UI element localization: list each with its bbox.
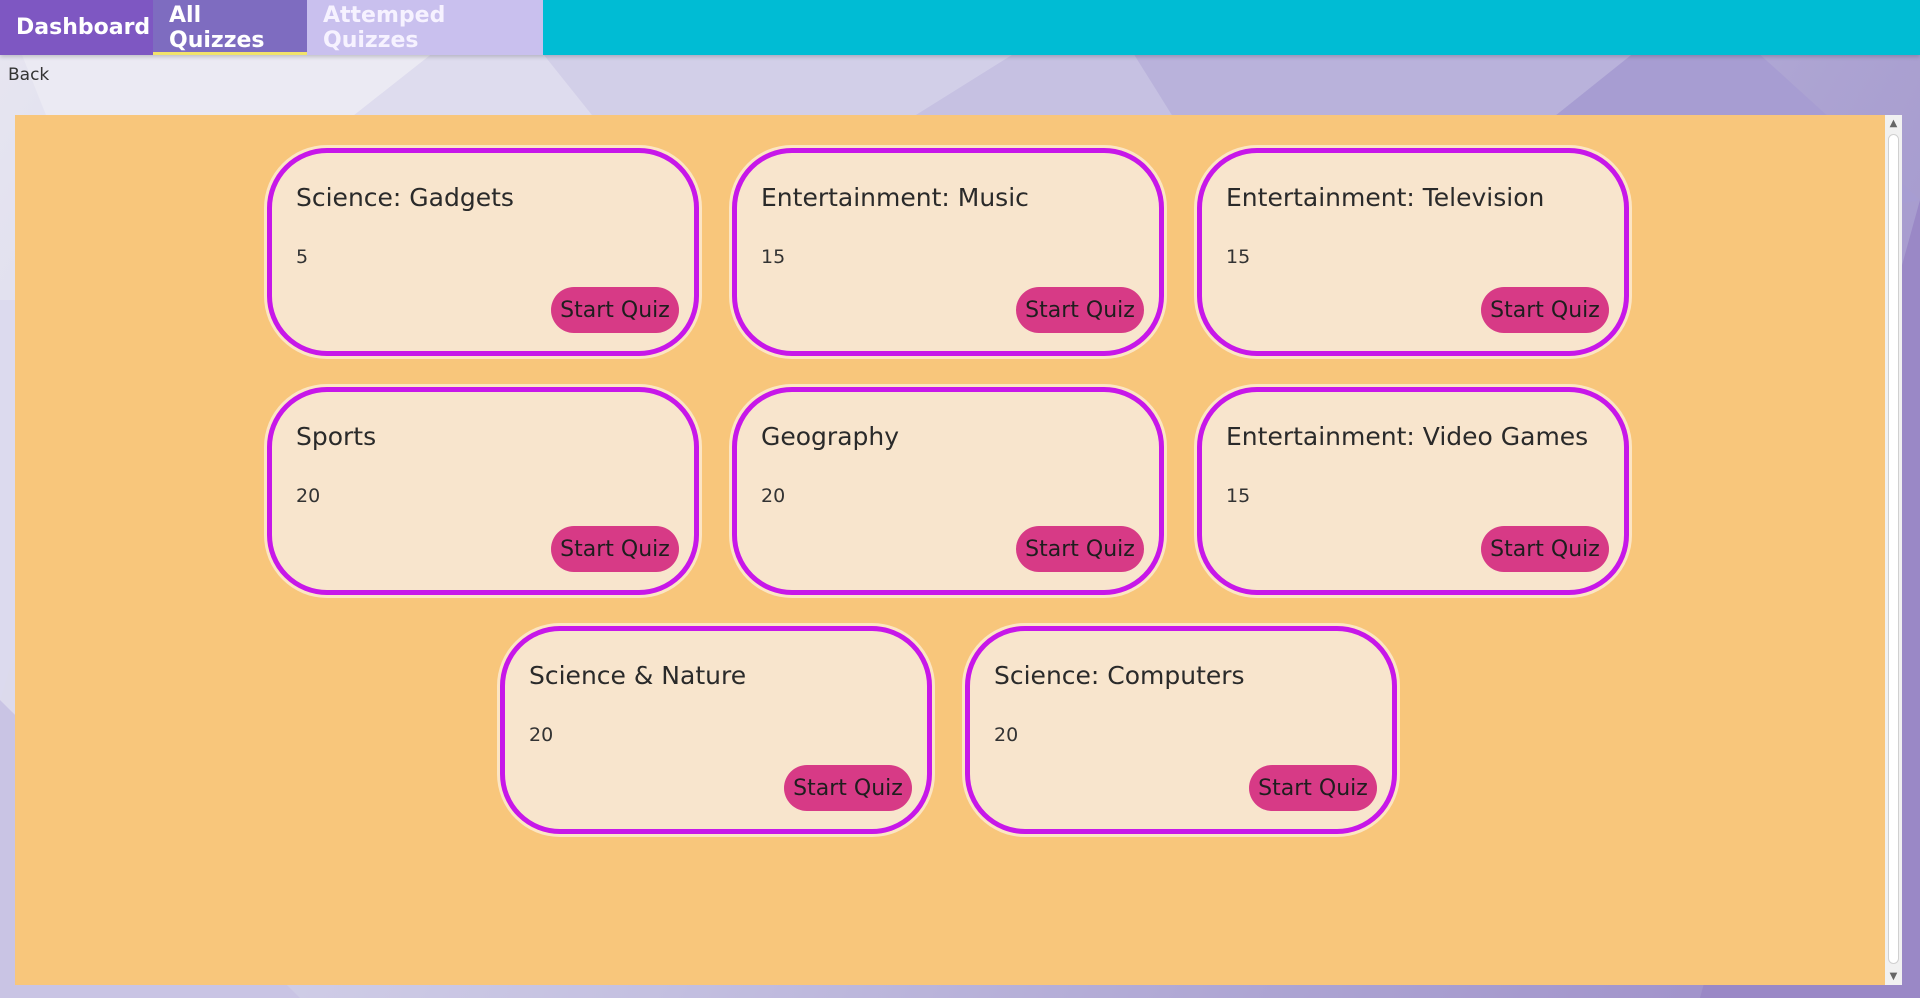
quiz-title: Entertainment: Television bbox=[1226, 183, 1545, 212]
quiz-question-count: 20 bbox=[296, 485, 321, 507]
quiz-card: Entertainment: Television 15 Start Quiz bbox=[1197, 148, 1629, 356]
scroll-down-arrow-icon[interactable]: ▼ bbox=[1885, 968, 1902, 985]
start-quiz-button[interactable]: Start Quiz bbox=[551, 287, 679, 333]
quiz-question-count: 15 bbox=[761, 246, 786, 268]
quiz-title: Entertainment: Video Games bbox=[1226, 422, 1589, 451]
tab-all-quizzes[interactable]: All Quizzes bbox=[153, 0, 357, 55]
back-link[interactable]: Back bbox=[8, 65, 49, 85]
quiz-title: Geography bbox=[761, 422, 900, 451]
quiz-question-count: 20 bbox=[761, 485, 786, 507]
tab-attempted-quizzes[interactable]: Attemped Quizzes bbox=[307, 0, 543, 55]
scroll-thumb[interactable] bbox=[1888, 134, 1899, 964]
quiz-question-count: 15 bbox=[1226, 485, 1251, 507]
quiz-card: Entertainment: Music 15 Start Quiz bbox=[732, 148, 1164, 356]
quiz-card: Science: Gadgets 5 Start Quiz bbox=[267, 148, 699, 356]
quiz-title: Science: Gadgets bbox=[296, 183, 514, 212]
vertical-scrollbar[interactable]: ▲ ▼ bbox=[1885, 115, 1902, 985]
quiz-title: Science: Computers bbox=[994, 661, 1245, 690]
quiz-card: Geography 20 Start Quiz bbox=[732, 387, 1164, 595]
tab-dashboard[interactable]: Dashboard bbox=[0, 0, 153, 55]
start-quiz-button[interactable]: Start Quiz bbox=[1481, 287, 1609, 333]
quiz-list-panel: Science: Gadgets 5 Start Quiz Entertainm… bbox=[15, 115, 1902, 985]
quiz-title: Sports bbox=[296, 422, 377, 451]
quiz-card: Science & Nature 20 Start Quiz bbox=[500, 626, 932, 834]
start-quiz-button[interactable]: Start Quiz bbox=[1481, 526, 1609, 572]
quiz-card: Entertainment: Video Games 15 Start Quiz bbox=[1197, 387, 1629, 595]
start-quiz-button[interactable]: Start Quiz bbox=[1249, 765, 1377, 811]
quiz-question-count: 20 bbox=[529, 724, 554, 746]
quiz-title: Entertainment: Music bbox=[761, 183, 1029, 212]
quiz-question-count: 15 bbox=[1226, 246, 1251, 268]
start-quiz-button[interactable]: Start Quiz bbox=[551, 526, 679, 572]
quiz-question-count: 20 bbox=[994, 724, 1019, 746]
start-quiz-button[interactable]: Start Quiz bbox=[784, 765, 912, 811]
quiz-title: Science & Nature bbox=[529, 661, 747, 690]
quiz-card: Science: Computers 20 Start Quiz bbox=[965, 626, 1397, 834]
quiz-question-count: 5 bbox=[296, 246, 309, 268]
start-quiz-button[interactable]: Start Quiz bbox=[1016, 526, 1144, 572]
quiz-card: Sports 20 Start Quiz bbox=[267, 387, 699, 595]
start-quiz-button[interactable]: Start Quiz bbox=[1016, 287, 1144, 333]
top-navigation-bar: Dashboard All Quizzes Attemped Quizzes bbox=[0, 0, 1920, 55]
scroll-up-arrow-icon[interactable]: ▲ bbox=[1885, 115, 1902, 132]
